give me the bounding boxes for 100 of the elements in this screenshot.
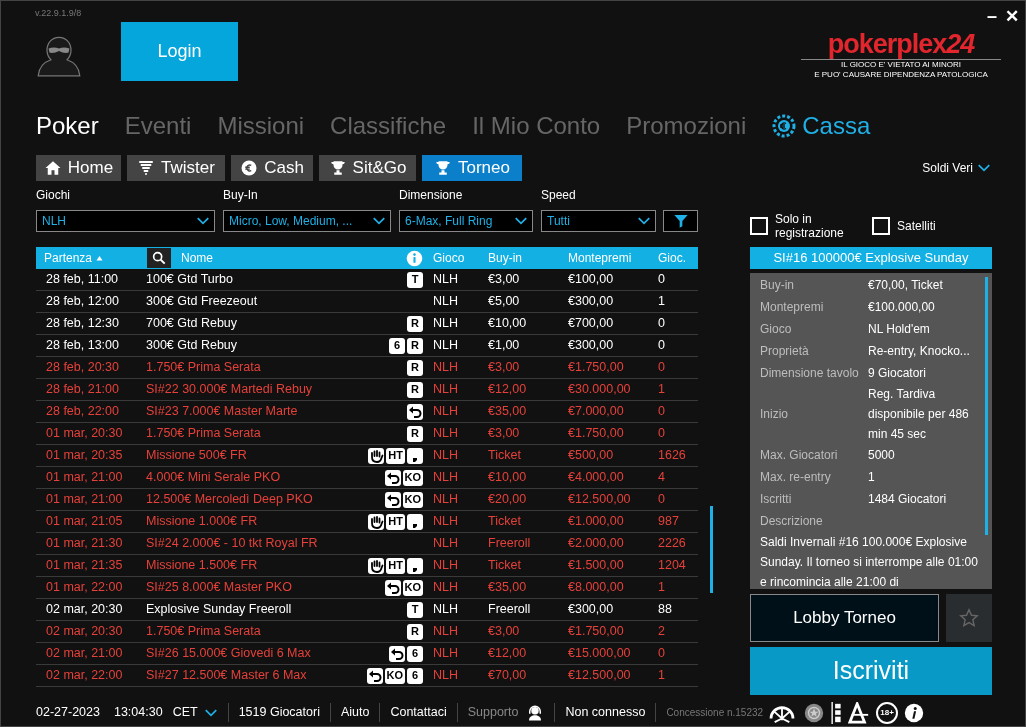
table-row[interactable]: 02 mar, 20:30 Explosive Sunday Freeroll T NLH Freeroll €300,00 88 <box>36 599 698 621</box>
time-text: 13:04:30 <box>113 704 163 722</box>
table-row[interactable]: 02 mar, 22:00 SI#27 12.500€ Master 6 Max KO 6 NLH €70,00 €12.500,00 1 <box>36 665 698 687</box>
filter-dropdown[interactable]: Tutti <box>541 210 656 232</box>
detail-value: Re-entry, Knocko... <box>868 343 970 360</box>
detail-value: 9 Giocatori <box>868 365 927 382</box>
table-cell-text: €2.000,00 <box>568 535 625 553</box>
table-cell-text: NLH <box>433 447 459 465</box>
table-cell-text: 01 mar, 21:00 <box>45 491 124 509</box>
table-row[interactable]: 28 feb, 11:00 100€ Gtd Turbo T NLH €3,00 €100,00 0 <box>36 269 698 291</box>
table-cell-text: 1626 <box>658 447 687 465</box>
table-cell-text: 0 <box>658 491 666 509</box>
timezone-dropdown[interactable]: CET <box>172 703 229 722</box>
tournament-badge: R <box>407 315 423 332</box>
table-cell-text: 88 <box>658 601 673 619</box>
nav-tab[interactable]: Twister <box>127 155 225 181</box>
table-row[interactable]: 28 feb, 20:30 1.750€ Prima Serata R NLH €3,00 €1.750,00 0 <box>36 357 698 379</box>
filter-button[interactable] <box>663 210 698 232</box>
table-cell-text: NLH <box>433 425 459 443</box>
table-row[interactable]: 01 mar, 21:00 4.000€ Mini Serale PKO KO NLH €10,00 €4.000,00 4 <box>36 467 698 489</box>
detail-label: Max. Giocatori <box>760 447 839 464</box>
table-cell-text: 28 feb, 21:00 <box>45 381 120 399</box>
table-cell-text: 1 <box>658 667 666 685</box>
table-row[interactable]: 02 mar, 21:00 SI#26 15.000€ Giovedi 6 Max 6 NLH €12,00 €15.000,00 0 <box>36 643 698 665</box>
detail-label: Gioco <box>760 321 793 338</box>
tournament-badge: HT <box>386 513 405 530</box>
tournament-badge: KO <box>384 667 405 684</box>
table-row[interactable]: 01 mar, 20:30 1.750€ Prima Serata R NLH €3,00 €1.750,00 0 <box>36 423 698 445</box>
checkbox[interactable] <box>872 217 890 235</box>
hand-icon <box>368 557 385 574</box>
table-cell-text: NLH <box>433 359 459 377</box>
tournament-badge: KO <box>402 469 423 486</box>
comma-icon <box>407 447 423 464</box>
trophy-icon <box>434 159 452 177</box>
table-row[interactable]: 01 mar, 21:05 Missione 1.000€ FR HT NLH Ticket €1.000,00 987 <box>36 511 698 533</box>
table-row[interactable]: 01 mar, 21:35 Missione 1.500€ FR HT NLH Ticket €1.500,00 1204 <box>36 555 698 577</box>
nav-tab[interactable]: Cash <box>231 155 313 181</box>
table-cell-text: 0 <box>658 315 666 333</box>
table-cell-text: €10,00 <box>488 469 528 487</box>
table-cell-text: €700,00 <box>568 315 615 333</box>
footer-link[interactable]: Aiuto <box>330 703 381 722</box>
checkbox[interactable] <box>750 217 768 235</box>
table-cell-text: 0 <box>658 271 666 289</box>
table-cell-text: NLH <box>433 381 459 399</box>
version-text: v.22.9.1.9/8 <box>35 7 82 20</box>
table-cell-text: 300€ Gtd Rebuy <box>146 337 239 355</box>
search-button[interactable] <box>147 248 171 268</box>
table-row[interactable]: 28 feb, 12:30 700€ Gtd Rebuy R NLH €10,00 €700,00 0 <box>36 313 698 335</box>
table-row[interactable]: 28 feb, 22:00 SI#23 7.000€ Master Marte NLH €35,00 €7.000,00 0 <box>36 401 698 423</box>
scrollbar-thumb[interactable] <box>710 506 713 593</box>
table-cell-text: 4 <box>658 469 666 487</box>
currency-dropdown[interactable]: Soldi Veri <box>922 159 991 177</box>
info-icon[interactable] <box>904 702 925 723</box>
footer-link[interactable]: Contattaci <box>380 703 458 722</box>
table-cell-text: €1,00 <box>488 337 521 355</box>
table-row[interactable]: 28 feb, 21:00 SI#22 30.000€ Martedi Rebuy R NLH €12,00 €30.000,00 1 <box>36 379 698 401</box>
table-cell-text: NLH <box>433 579 459 597</box>
table-cell-text: SI#27 12.500€ Master 6 Max <box>146 667 308 685</box>
table-row[interactable]: 01 mar, 22:00 SI#25 8.000€ Master PKO KO NLH €35,00 €8.000,00 1 <box>36 577 698 599</box>
detail-label: Max. re-entry <box>760 469 832 486</box>
tournament-badge: HT <box>386 557 405 574</box>
nav-tab[interactable]: Torneo <box>422 155 522 181</box>
logo-text: pokerplex24 <box>801 29 1001 60</box>
detail-label: Montepremi <box>760 299 825 316</box>
close-button[interactable]: ✕ <box>1005 7 1019 25</box>
table-cell-text: €100,00 <box>568 271 615 289</box>
home-icon <box>43 159 62 177</box>
nav-tab[interactable]: Sit&Go <box>319 155 416 181</box>
regulator-logo-icon <box>831 701 843 724</box>
table-cell-text: €15.000,00 <box>568 645 632 663</box>
filter-dropdown[interactable]: 6-Max, Full Ring <box>399 210 533 232</box>
star-icon <box>958 607 980 629</box>
table-row[interactable]: 01 mar, 20:35 Missione 500€ FR HT NLH Ticket €500,00 1626 <box>36 445 698 467</box>
detail-value: 1 <box>868 469 875 486</box>
table-row[interactable]: 01 mar, 21:30 SI#24 2.000€ - 10 tkt Royal FR NLH Freeroll €2.000,00 2226 <box>36 533 698 555</box>
nav-tab[interactable]: Home <box>36 155 121 181</box>
lobby-button[interactable]: Lobby Torneo <box>750 594 939 642</box>
table-row[interactable]: 28 feb, 12:00 300€ Gtd Freezeout NLH €5,00 €300,00 1 <box>36 291 698 313</box>
table-cell-text: NLH <box>433 403 459 421</box>
table-row[interactable]: 02 mar, 20:30 1.750€ Prima Serata R NLH €3,00 €1.750,00 2 <box>36 621 698 643</box>
table-cell-text: 01 mar, 21:00 <box>45 469 124 487</box>
minimize-button[interactable]: – <box>987 7 997 25</box>
table-cell-text: €3,00 <box>488 425 521 443</box>
table-row[interactable]: 01 mar, 21:00 12.500€ Mercoledì Deep PKO KO NLH €20,00 €12.500,00 0 <box>36 489 698 511</box>
table-cell-text: NLH <box>433 667 459 685</box>
checkbox-label: Solo in registrazione <box>775 212 845 240</box>
table-cell-text: 01 mar, 21:05 <box>45 513 124 531</box>
filter-dropdown[interactable]: Micro, Low, Medium, ... <box>223 210 391 232</box>
license-text: Concessione n.15232 <box>665 706 764 720</box>
search-icon <box>151 250 167 266</box>
table-cell-text: €20,00 <box>488 491 528 509</box>
scrollbar-thumb[interactable] <box>985 277 988 535</box>
table-cell-text: 0 <box>658 425 666 443</box>
table-row[interactable]: 28 feb, 13:00 300€ Gtd Rebuy 6 R NLH €1,00 €300,00 0 <box>36 335 698 357</box>
triangle-logo-icon <box>848 701 871 724</box>
nav-tab[interactable]: Poker <box>36 114 99 138</box>
tournament-badge: 6 <box>407 667 423 684</box>
filter-dropdown[interactable]: NLH <box>36 210 215 232</box>
nav-tab[interactable]: Cassa <box>772 114 871 138</box>
table-cell-text: 01 mar, 21:35 <box>45 557 124 575</box>
